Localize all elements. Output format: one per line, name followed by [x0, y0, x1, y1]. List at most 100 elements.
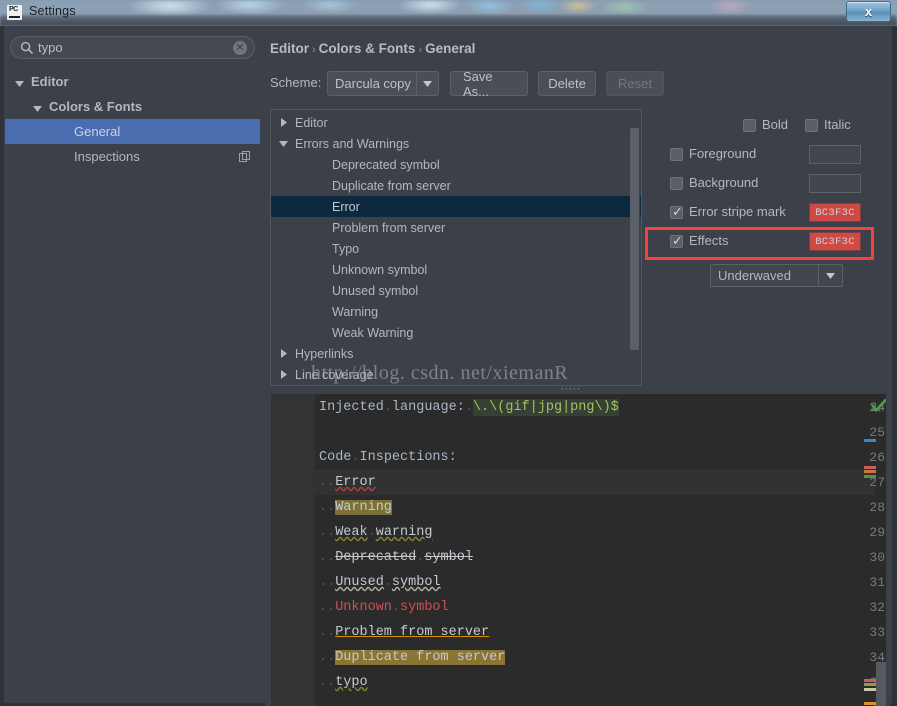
- error-stripe-color-swatch[interactable]: BC3F3C: [809, 203, 861, 222]
- color-list-row[interactable]: Errors and Warnings: [271, 133, 641, 154]
- editor-marker[interactable]: [864, 470, 876, 474]
- color-list-row[interactable]: Unknown symbol: [271, 259, 641, 280]
- foreground-checkbox[interactable]: [670, 148, 683, 161]
- editor-marker-gutter[interactable]: [864, 394, 876, 706]
- code-token-injected: \.\(gif|jpg|png\)$: [472, 399, 619, 416]
- reset-button: Reset: [606, 71, 664, 96]
- code-token-problem: Problem from server: [335, 625, 490, 640]
- bold-checkbox[interactable]: [743, 119, 756, 132]
- chevron-right-icon[interactable]: [279, 368, 291, 382]
- save-as-button[interactable]: Save As...: [450, 69, 528, 99]
- code-token-dot: ..: [319, 625, 336, 640]
- code-token-dot: .: [464, 400, 473, 415]
- foreground-color-swatch[interactable]: [809, 145, 861, 164]
- chevron-down-icon[interactable]: [15, 76, 26, 87]
- clear-circle-icon[interactable]: ✕: [233, 41, 247, 55]
- breadcrumb-separator: ›: [312, 44, 316, 56]
- color-list-row-label: Unknown symbol: [332, 262, 428, 277]
- sidebar-item-general[interactable]: General: [5, 119, 260, 144]
- window-border-left: [0, 26, 4, 706]
- effect-type-value: Underwaved: [718, 268, 791, 283]
- editor-marker[interactable]: [864, 474, 876, 478]
- code-token-unknown: symbol: [400, 600, 449, 615]
- settings-window: PC Settings x ✕ Editor Colors & Fonts Gene…: [0, 0, 897, 706]
- effects-label: Effects: [689, 233, 729, 248]
- code-token-dot: ..: [319, 550, 336, 565]
- breadcrumb: Editor › Colors & Fonts › General: [270, 41, 475, 56]
- color-list-row[interactable]: Typo: [271, 238, 641, 259]
- window-title: Settings: [29, 4, 76, 18]
- chevron-right-icon[interactable]: [279, 347, 291, 361]
- color-list-row-label: Typo: [332, 241, 360, 256]
- sidebar-item-colors-fonts[interactable]: Colors & Fonts: [5, 94, 260, 119]
- editor-scrollbar-thumb[interactable]: [876, 662, 886, 706]
- sidebar-item-editor[interactable]: Editor: [5, 69, 260, 94]
- editor-marker[interactable]: [864, 678, 876, 682]
- color-list-row[interactable]: Deprecated symbol: [271, 154, 641, 175]
- code-token-dot: .: [383, 400, 392, 415]
- color-settings-list: Editor Errors and Warnings Deprecated symb…: [270, 109, 642, 386]
- color-list-row[interactable]: Unused symbol: [271, 280, 641, 301]
- color-list-row[interactable]: Editor: [271, 112, 641, 133]
- code-token-dot: ..: [319, 675, 336, 690]
- color-list-row[interactable]: Problem from server: [271, 217, 641, 238]
- color-list-row[interactable]: Weak Warning: [271, 322, 641, 343]
- chevron-down-icon[interactable]: [279, 137, 291, 151]
- color-list-row[interactable]: Error: [271, 196, 641, 217]
- editor-marker[interactable]: [864, 439, 876, 443]
- code-token-dot: ..: [319, 600, 336, 615]
- editor-code-line: .. Deprecated. symbol: [319, 545, 473, 570]
- color-list-row[interactable]: Warning: [271, 301, 641, 322]
- code-token-dot: .: [383, 575, 392, 590]
- italic-checkbox[interactable]: [805, 119, 818, 132]
- effect-type-dropdown[interactable]: Underwaved: [710, 264, 843, 287]
- scheme-dropdown[interactable]: Darcula copy: [327, 71, 439, 96]
- effects-color-swatch[interactable]: BC3F3C: [809, 232, 861, 251]
- chevron-right-icon[interactable]: [279, 116, 291, 130]
- editor-marker[interactable]: [864, 683, 876, 687]
- error-stripe-checkbox[interactable]: ✓: [670, 205, 683, 219]
- color-list-row[interactable]: Duplicate from server: [271, 175, 641, 196]
- list-scrollbar-track[interactable]: [630, 111, 640, 384]
- code-token-warning: Warning: [335, 500, 392, 515]
- editor-preview[interactable]: 24 Injected. language:. \.\(gif|jpg|png\)$ 2…: [266, 394, 890, 706]
- color-list-row-label: Hyperlinks: [295, 346, 354, 361]
- copy-icon[interactable]: [239, 151, 251, 163]
- code-token-dot: .: [367, 525, 376, 540]
- effects-checkbox[interactable]: ✓: [670, 234, 683, 248]
- color-list-row[interactable]: Hyperlinks: [271, 343, 641, 364]
- list-scrollbar-thumb[interactable]: [630, 128, 639, 350]
- breadcrumb-part: General: [425, 41, 476, 56]
- background-checkbox[interactable]: [670, 177, 683, 190]
- editor-marker[interactable]: [864, 687, 876, 691]
- code-token-duplicate: Duplicate from server: [335, 650, 506, 665]
- preview-splitter[interactable]: [266, 386, 890, 394]
- sidebar-item-label: Inspections: [74, 149, 140, 164]
- editor-marker[interactable]: [864, 702, 876, 706]
- settings-content: Editor › Colors & Fonts › General Scheme: Da…: [262, 29, 892, 706]
- code-token-dot: ..: [319, 650, 336, 665]
- bold-label: Bold: [762, 117, 789, 132]
- search-input[interactable]: [38, 37, 228, 58]
- sidebar-item-inspections[interactable]: Inspections: [5, 144, 260, 169]
- close-button[interactable]: x: [846, 1, 891, 22]
- chevron-down-icon[interactable]: [33, 101, 44, 112]
- editor-code-line: .. Problem from server: [319, 620, 489, 645]
- titlebar-backdrop-lower: [0, 15, 897, 26]
- scheme-label: Scheme:: [270, 75, 322, 90]
- chevron-down-icon: [416, 72, 438, 95]
- color-list-row-label: Warning: [332, 304, 379, 319]
- foreground-label: Foreground: [689, 146, 757, 161]
- code-token-deprecated: symbol: [424, 550, 473, 565]
- breadcrumb-part: Editor: [270, 41, 309, 56]
- search-box[interactable]: ✕: [10, 36, 255, 59]
- editor-code-line: .. Warning: [319, 495, 392, 520]
- editor-marker[interactable]: [864, 465, 876, 469]
- settings-body: ✕ Editor Colors & Fonts General Inspections…: [0, 26, 897, 706]
- editor-code-line: .. Weak. warning: [319, 520, 432, 545]
- background-color-swatch[interactable]: [809, 174, 861, 193]
- delete-button[interactable]: Delete: [538, 71, 596, 96]
- editor-code-line: .. Duplicate from server: [319, 645, 506, 670]
